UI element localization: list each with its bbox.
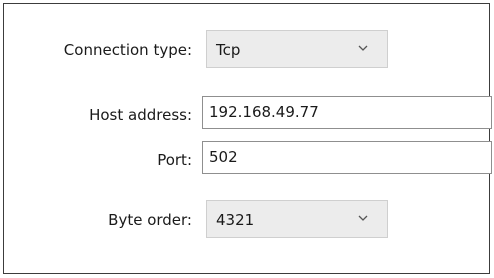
host-address-label: Host address: <box>89 106 192 124</box>
port-label: Port: <box>157 151 192 169</box>
host-address-input[interactable]: 192.168.49.77 <box>202 96 492 129</box>
port-input[interactable]: 502 <box>202 141 492 174</box>
host-address-value: 192.168.49.77 <box>209 103 319 121</box>
chevron-down-icon <box>358 45 368 51</box>
chevron-down-icon <box>358 215 368 221</box>
connection-settings-panel: Connection type: Tcp Host address: 192.1… <box>3 3 492 274</box>
connection-type-label: Connection type: <box>63 41 192 59</box>
connection-type-dropdown[interactable]: Tcp <box>206 30 388 68</box>
port-value: 502 <box>209 148 238 166</box>
connection-type-value: Tcp <box>216 41 241 59</box>
byte-order-dropdown[interactable]: 4321 <box>206 200 388 238</box>
byte-order-label: Byte order: <box>108 211 192 229</box>
byte-order-value: 4321 <box>216 211 255 229</box>
